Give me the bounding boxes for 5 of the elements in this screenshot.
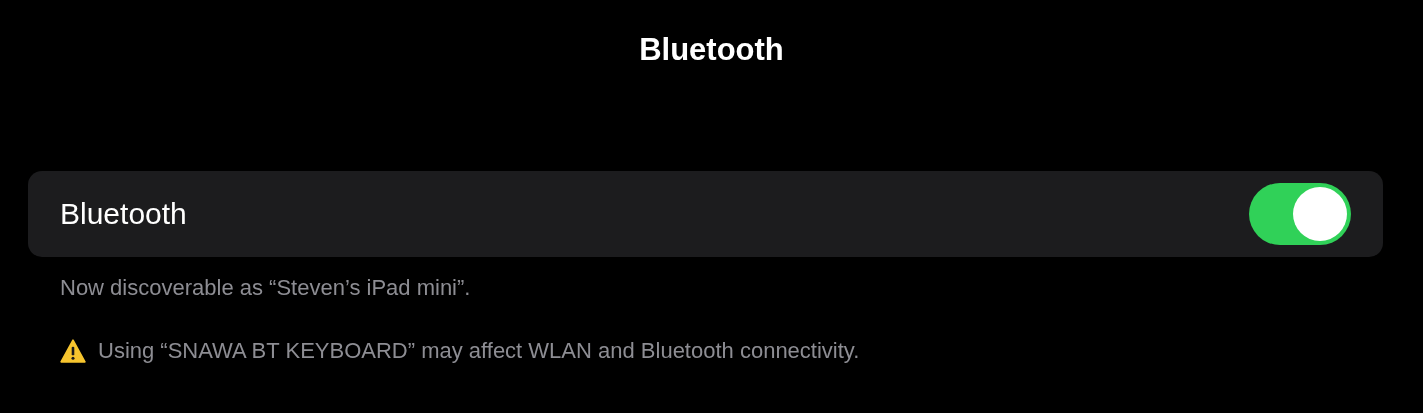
footer-note: Now discoverable as “Steven’s iPad mini”. <box>60 275 471 301</box>
row-label: Bluetooth <box>60 197 187 231</box>
warning-text: Using “SNAWA BT KEYBOARD” may affect WLAN and Bluetooth connectivity. <box>98 338 860 364</box>
warning-icon <box>60 339 86 363</box>
page-title: Bluetooth <box>639 31 784 69</box>
